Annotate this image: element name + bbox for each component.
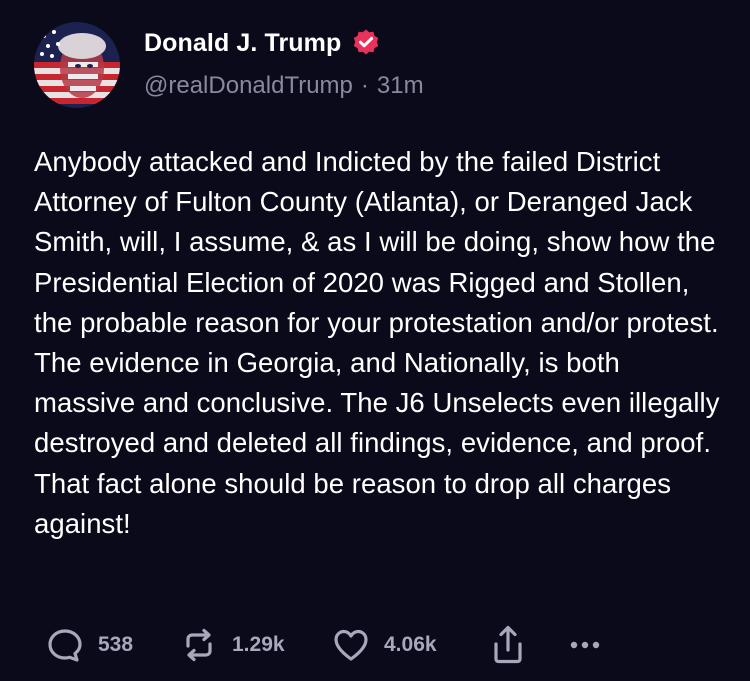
post-action-bar: 538 1.29k 4.06k (0, 620, 750, 670)
author-display-name[interactable]: Donald J. Trump (144, 29, 341, 58)
share-button[interactable] (488, 620, 528, 670)
author-meta-row: @realDonaldTrump · 31m (144, 72, 424, 100)
post-timestamp[interactable]: 31m (377, 72, 424, 99)
retruth-count: 1.29k (232, 633, 285, 656)
retruth-button[interactable]: 1.29k (178, 620, 285, 670)
avatar-flag-portrait-image (34, 22, 120, 108)
reply-count: 538 (98, 633, 134, 656)
like-count: 4.06k (384, 633, 437, 656)
avatar[interactable] (34, 22, 120, 108)
verified-badge-icon[interactable] (351, 28, 381, 58)
more-dots-icon (565, 625, 605, 665)
reply-button[interactable]: 538 (44, 620, 133, 670)
more-options-button[interactable] (565, 620, 605, 670)
truth-post: Donald J. Trump @realDonaldTrump · 31m Any… (0, 0, 750, 681)
repost-arrows-icon (178, 624, 220, 666)
share-upload-icon (488, 623, 528, 667)
author-handle[interactable]: @realDonaldTrump (144, 72, 353, 99)
post-body-text: Anybody attacked and Indicted by the fai… (34, 146, 720, 539)
comment-bubble-icon (44, 624, 86, 666)
meta-separator: · (360, 72, 369, 99)
author-name-row: Donald J. Trump (144, 26, 381, 60)
heart-icon (330, 624, 372, 666)
like-button[interactable]: 4.06k (330, 620, 437, 670)
